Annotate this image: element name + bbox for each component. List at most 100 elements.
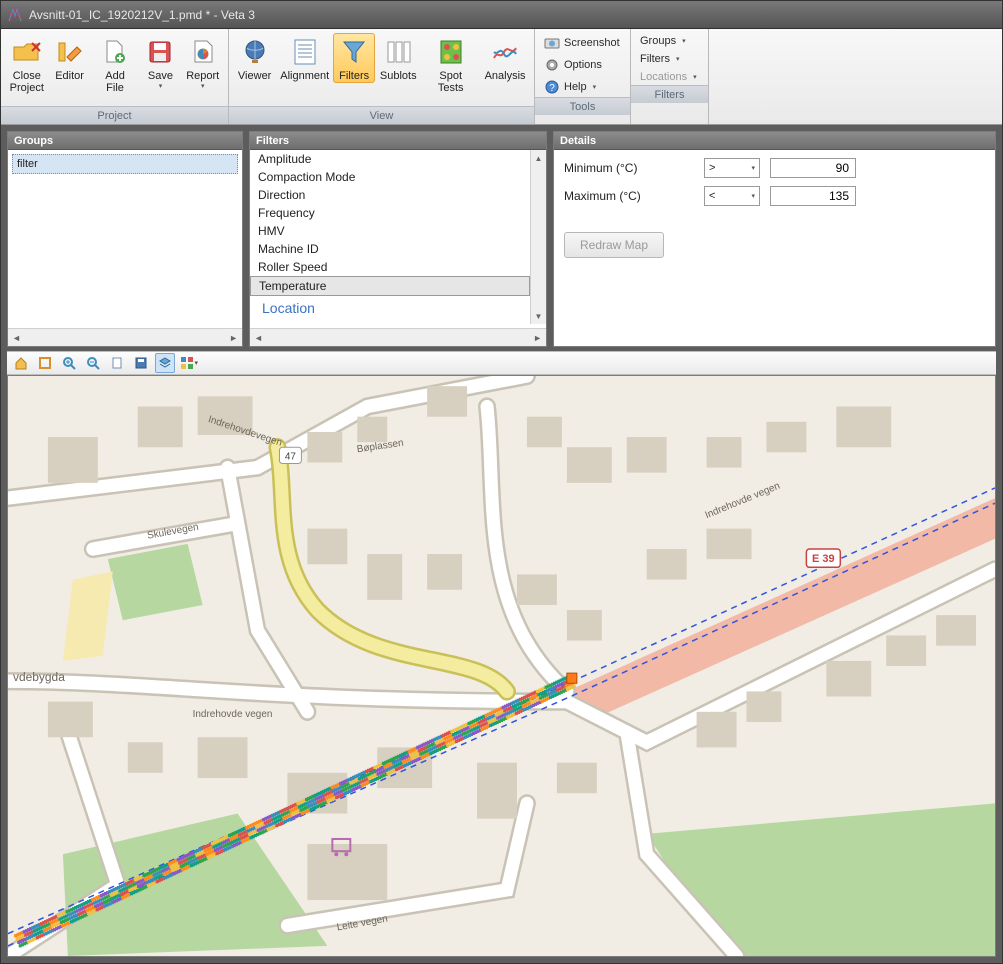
ribbon: Close Project Editor Add File [1, 29, 1002, 125]
close-project-button[interactable]: Close Project [5, 33, 49, 95]
spot-tests-icon [435, 36, 467, 68]
copy-button[interactable] [107, 353, 127, 373]
dropdown-caret-icon: ▾ [593, 83, 597, 91]
extent-button[interactable] [35, 353, 55, 373]
layers-icon [158, 356, 172, 370]
filter-list[interactable]: AmplitudeCompaction ModeDirectionFrequen… [250, 150, 530, 324]
minimum-operator-select[interactable]: >▾ [704, 158, 760, 178]
viewer-button[interactable]: Viewer [233, 33, 276, 83]
chart-lines-icon [489, 36, 521, 68]
spot-tests-button[interactable]: Spot Tests [421, 33, 480, 95]
filters-menu[interactable]: Filters▾ [637, 51, 702, 67]
zoom-in-icon [62, 356, 76, 370]
alignment-button[interactable]: Alignment [276, 33, 333, 83]
document-lines-icon [289, 36, 321, 68]
gear-icon [544, 57, 560, 73]
window-title: Avsnitt-01_IC_1920212V_1.pmd * - Veta 3 [29, 8, 255, 22]
extent-icon [38, 356, 52, 370]
file-plus-icon [99, 36, 131, 68]
save-button[interactable]: Save ▾ [139, 33, 181, 91]
dropdown-caret-icon: ▾ [693, 73, 697, 81]
filters-button[interactable]: Filters [333, 33, 375, 83]
zoom-out-button[interactable] [83, 353, 103, 373]
minimum-value-input[interactable] [770, 158, 856, 178]
folder-close-icon [11, 36, 43, 68]
dropdown-caret-icon: ▾ [159, 82, 163, 90]
zoom-out-icon [86, 356, 100, 370]
pencil-ruler-icon [54, 36, 86, 68]
screenshot-button[interactable]: Screenshot [541, 33, 624, 53]
panel-header: Groups [8, 132, 242, 150]
app-window: Avsnitt-01_IC_1920212V_1.pmd * - Veta 3 … [0, 0, 1003, 964]
editor-button[interactable]: Editor [49, 33, 91, 83]
save-map-button[interactable] [131, 353, 151, 373]
filters-panel: Filters AmplitudeCompaction ModeDirectio… [249, 131, 547, 347]
home-icon [14, 356, 28, 370]
clipboard-icon [110, 356, 124, 370]
filter-item[interactable]: Temperature [250, 276, 530, 296]
panels-row: Groups filter ◄► Filters AmplitudeCompac… [1, 125, 1002, 351]
filter-item[interactable]: HMV [250, 222, 530, 240]
floppy-small-icon [134, 356, 148, 370]
sublots-button[interactable]: Sublots [375, 33, 421, 83]
dropdown-caret-icon: ▾ [751, 164, 755, 172]
filter-item[interactable]: Machine ID [250, 240, 530, 258]
filter-item[interactable]: Frequency [250, 204, 530, 222]
groups-menu[interactable]: Groups▾ [637, 33, 702, 49]
help-icon: ? [544, 79, 560, 95]
svg-text:Indrehovde vegen: Indrehovde vegen [193, 709, 273, 720]
title-bar: Avsnitt-01_IC_1920212V_1.pmd * - Veta 3 [1, 1, 1002, 29]
redraw-map-button[interactable]: Redraw Map [564, 232, 664, 258]
google-tiles-icon [180, 356, 193, 370]
svg-text:?: ? [549, 83, 555, 94]
filter-item[interactable]: Direction [250, 186, 530, 204]
filter-section-location[interactable]: Location [250, 296, 530, 320]
h-scrollbar[interactable]: ◄► [8, 328, 242, 346]
ribbon-group-label: Project [1, 106, 228, 124]
ribbon-group-view: Viewer Alignment Filters Sublots Spot Te… [229, 29, 535, 124]
zoom-in-button[interactable] [59, 353, 79, 373]
filter-item[interactable]: Amplitude [250, 150, 530, 168]
maximum-label: Maximum (°C) [564, 189, 694, 203]
add-file-button[interactable]: Add File [91, 33, 140, 95]
map-view[interactable]: 47 E 39 Indrehovde vegen Indrehovde vege… [7, 375, 996, 957]
h-scrollbar[interactable]: ◄► [250, 328, 546, 346]
groups-panel: Groups filter ◄► [7, 131, 243, 347]
floppy-icon [144, 36, 176, 68]
app-icon [7, 7, 23, 23]
filter-item[interactable]: Roller Speed [250, 258, 530, 276]
analysis-button[interactable]: Analysis [480, 33, 530, 83]
basemap-button[interactable]: ▾ [179, 353, 199, 373]
ribbon-group-tools: Screenshot Options ?Help▾ Tools [535, 29, 631, 124]
locations-menu[interactable]: Locations▾ [637, 69, 702, 85]
globe-icon [239, 36, 271, 68]
home-button[interactable] [11, 353, 31, 373]
report-button[interactable]: Report ▾ [181, 33, 224, 91]
help-button[interactable]: ?Help▾ [541, 77, 624, 97]
ribbon-group-label: Tools [535, 97, 630, 115]
svg-text:vdebygda: vdebygda [13, 670, 65, 684]
options-button[interactable]: Options [541, 55, 624, 75]
camera-icon [544, 35, 560, 51]
group-item[interactable]: filter [12, 154, 238, 174]
ribbon-group-label: View [229, 106, 534, 124]
report-icon [187, 36, 219, 68]
v-scrollbar[interactable]: ▲▼ [530, 150, 546, 324]
funnel-icon [338, 36, 370, 68]
minimum-label: Minimum (°C) [564, 161, 694, 175]
ribbon-group-label: Filters [631, 85, 708, 103]
maximum-operator-select[interactable]: <▾ [704, 186, 760, 206]
ribbon-group-project: Close Project Editor Add File [1, 29, 229, 124]
map-toolbar: ▾ [7, 351, 996, 375]
details-panel: Details Minimum (°C) >▾ Maximum (°C) <▾ … [553, 131, 996, 347]
maximum-value-input[interactable] [770, 186, 856, 206]
panel-header: Details [554, 132, 995, 150]
ribbon-group-filters: Groups▾ Filters▾ Locations▾ Filters [631, 29, 709, 124]
dropdown-caret-icon: ▾ [676, 55, 680, 63]
dropdown-caret-icon: ▾ [751, 192, 755, 200]
dropdown-caret-icon: ▾ [201, 82, 205, 90]
filter-item[interactable]: Compaction Mode [250, 168, 530, 186]
dropdown-caret-icon: ▾ [194, 359, 198, 367]
columns-icon [382, 36, 414, 68]
layers-button[interactable] [155, 353, 175, 373]
